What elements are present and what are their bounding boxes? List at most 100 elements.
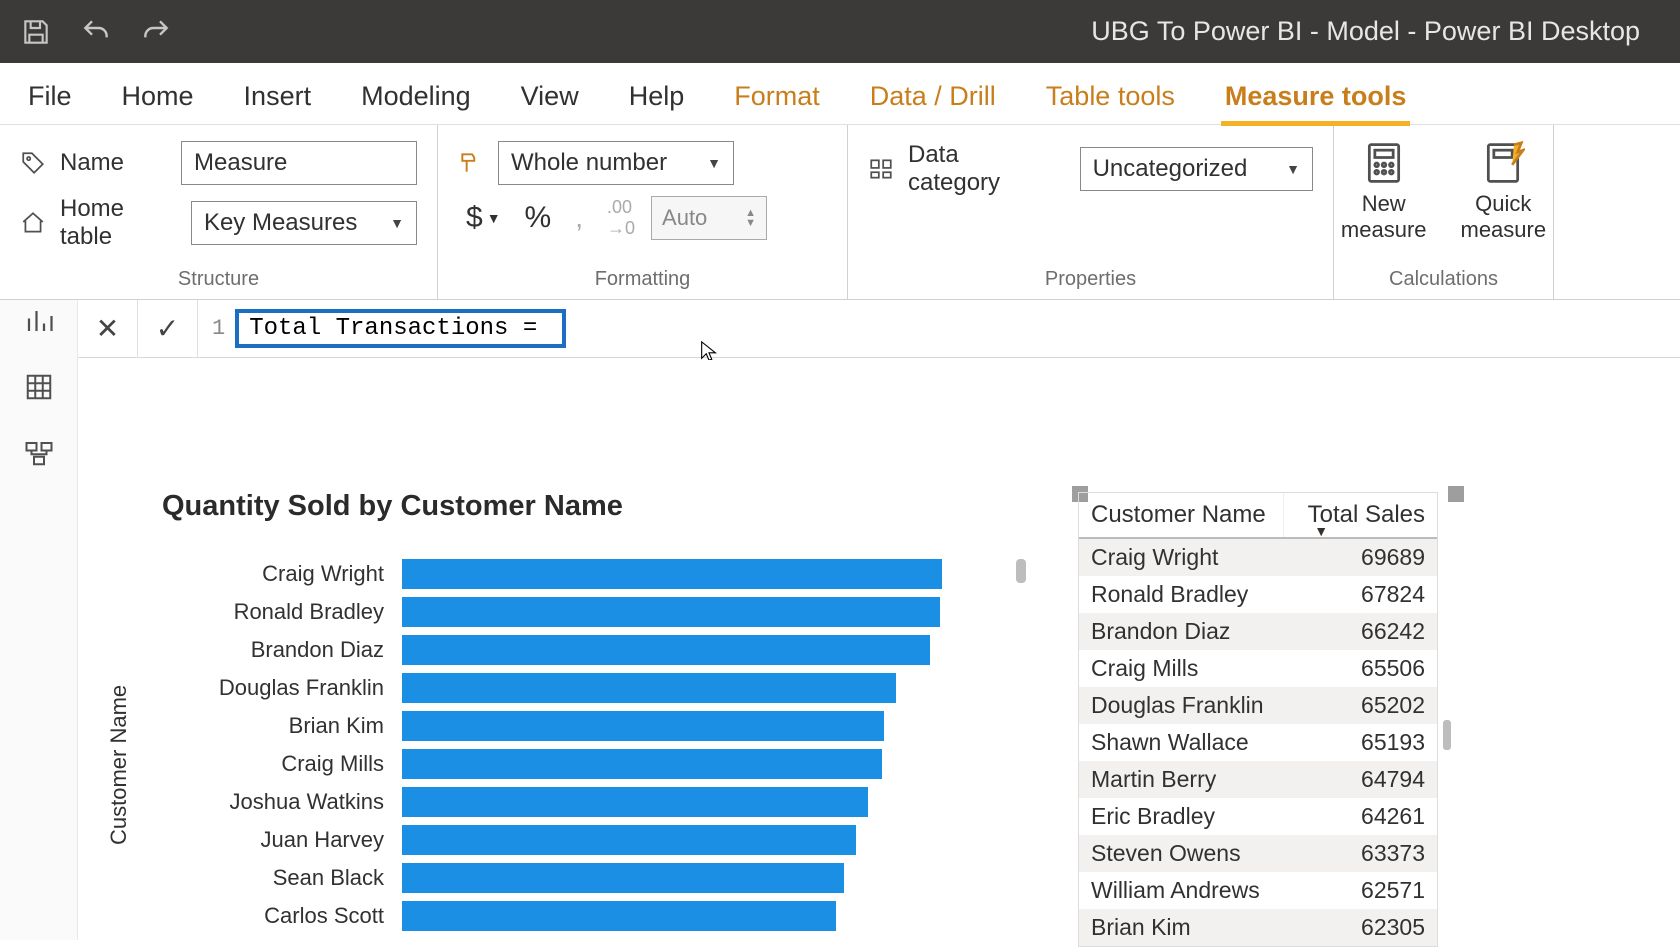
chevron-down-icon: ▼	[1286, 161, 1300, 177]
formula-bar: ✕ ✓ 1 Total Transactions =	[0, 300, 1680, 358]
chart-plot-area: Customer Name Craig WrightRonald Bradley…	[162, 555, 1002, 935]
table-row[interactable]: Ronald Bradley67824	[1079, 576, 1437, 613]
bar-track	[402, 901, 1002, 931]
tab-data-drill[interactable]: Data / Drill	[866, 69, 1000, 124]
cell-sales: 65506	[1284, 650, 1437, 687]
redo-icon[interactable]	[140, 16, 172, 48]
tab-view[interactable]: View	[517, 69, 583, 124]
group-label-properties: Properties	[868, 268, 1313, 295]
tab-home[interactable]: Home	[118, 69, 198, 124]
table-row[interactable]: William Andrews62571	[1079, 872, 1437, 909]
data-view-icon[interactable]	[24, 372, 54, 402]
formula-code[interactable]: Total Transactions =	[235, 309, 565, 348]
cell-customer: Eric Bradley	[1079, 798, 1284, 835]
home-table-value: Key Measures	[204, 209, 357, 237]
cell-customer: Shawn Wallace	[1079, 724, 1284, 761]
cell-customer: Martin Berry	[1079, 761, 1284, 798]
window-title: UBG To Power BI - Model - Power BI Deskt…	[1091, 16, 1660, 47]
bar-row[interactable]: Ronald Bradley	[162, 593, 1002, 631]
table-row[interactable]: Martin Berry64794	[1079, 761, 1437, 798]
report-view-icon[interactable]	[24, 306, 54, 336]
group-calculations: New measure Quick measure Calculations	[1334, 125, 1554, 299]
bar-track	[402, 635, 1002, 665]
column-header-customer[interactable]: Customer Name	[1079, 493, 1284, 537]
formula-commit-button[interactable]: ✓	[138, 300, 198, 358]
bar-label: Ronald Bradley	[162, 599, 402, 625]
tab-measure-tools[interactable]: Measure tools	[1221, 69, 1411, 124]
undo-icon[interactable]	[80, 16, 112, 48]
decimal-button[interactable]: .00→0	[599, 195, 643, 241]
table-row[interactable]: Eric Bradley64261	[1079, 798, 1437, 835]
new-measure-button[interactable]: New measure	[1333, 141, 1435, 268]
cell-customer: Douglas Franklin	[1079, 687, 1284, 724]
quick-measure-button[interactable]: Quick measure	[1453, 141, 1555, 268]
home-table-label: Home table	[60, 195, 177, 251]
bar-label: Craig Wright	[162, 561, 402, 587]
chevron-down-icon: ▼	[707, 155, 721, 171]
formula-editor[interactable]: 1 Total Transactions =	[198, 309, 1680, 348]
bar-row[interactable]: Brandon Diaz	[162, 631, 1002, 669]
cell-customer: Ronald Bradley	[1079, 576, 1284, 613]
percent-button[interactable]: %	[517, 199, 560, 237]
name-input[interactable]: Measure	[181, 141, 417, 185]
bar-row[interactable]: Sean Black	[162, 859, 1002, 897]
formula-line-number: 1	[212, 316, 225, 341]
bar-row[interactable]: Juan Harvey	[162, 821, 1002, 859]
bar-chart-visual[interactable]: Quantity Sold by Customer Name Customer …	[162, 490, 1002, 935]
table-header: Customer Name Total Sales ▼	[1079, 493, 1437, 539]
title-bar: UBG To Power BI - Model - Power BI Deskt…	[0, 0, 1680, 63]
format-brush-icon	[458, 150, 484, 176]
cell-sales: 65202	[1284, 687, 1437, 724]
bar-row[interactable]: Douglas Franklin	[162, 669, 1002, 707]
cell-sales: 69689	[1284, 539, 1437, 576]
table-visual[interactable]: Customer Name Total Sales ▼ Craig Wright…	[1078, 492, 1438, 947]
save-icon[interactable]	[20, 16, 52, 48]
table-row[interactable]: Craig Wright69689	[1079, 539, 1437, 576]
cell-customer: Craig Wright	[1079, 539, 1284, 576]
data-category-select[interactable]: Uncategorized ▼	[1080, 147, 1313, 191]
name-value: Measure	[194, 149, 287, 177]
bar-track	[402, 559, 1002, 589]
bar-row[interactable]: Carlos Scott	[162, 897, 1002, 935]
table-row[interactable]: Douglas Franklin65202	[1079, 687, 1437, 724]
bar	[402, 597, 940, 627]
bar-row[interactable]: Brian Kim	[162, 707, 1002, 745]
currency-button[interactable]: $▼	[458, 199, 509, 237]
format-select[interactable]: Whole number ▼	[498, 141, 734, 185]
chart-scrollbar[interactable]	[1016, 559, 1026, 583]
format-value: Whole number	[511, 149, 667, 177]
bar-label: Joshua Watkins	[162, 789, 402, 815]
home-icon	[20, 210, 46, 236]
bar-track	[402, 787, 1002, 817]
formula-cancel-button[interactable]: ✕	[78, 300, 138, 358]
tab-modeling[interactable]: Modeling	[357, 69, 475, 124]
model-view-icon[interactable]	[24, 438, 54, 468]
report-canvas[interactable]: Quantity Sold by Customer Name Customer …	[78, 360, 1680, 945]
home-table-select[interactable]: Key Measures ▼	[191, 201, 417, 245]
tab-table-tools[interactable]: Table tools	[1042, 69, 1179, 124]
tab-help[interactable]: Help	[625, 69, 689, 124]
table-row[interactable]: Steven Owens63373	[1079, 835, 1437, 872]
cell-sales: 62305	[1284, 909, 1437, 946]
bar-row[interactable]: Joshua Watkins	[162, 783, 1002, 821]
table-row[interactable]: Shawn Wallace65193	[1079, 724, 1437, 761]
bar-row[interactable]: Craig Wright	[162, 555, 1002, 593]
group-structure: Name Measure Home table Key Measures ▼ S…	[0, 125, 438, 299]
table-row[interactable]: Brandon Diaz66242	[1079, 613, 1437, 650]
table-row[interactable]: Craig Mills65506	[1079, 650, 1437, 687]
cell-sales: 62571	[1284, 872, 1437, 909]
ribbon: Name Measure Home table Key Measures ▼ S…	[0, 125, 1680, 300]
table-row[interactable]: Brian Kim62305	[1079, 909, 1437, 946]
tab-insert[interactable]: Insert	[240, 69, 316, 124]
decimal-places-spinner[interactable]: Auto ▲▼	[651, 196, 767, 240]
selection-handle[interactable]	[1448, 486, 1464, 502]
bar-label: Sean Black	[162, 865, 402, 891]
thousands-separator-button[interactable]: ,	[567, 200, 591, 236]
column-header-total-sales[interactable]: Total Sales ▼	[1284, 493, 1437, 537]
chevron-down-icon: ▼	[390, 215, 404, 231]
chart-title: Quantity Sold by Customer Name	[162, 490, 1002, 523]
tab-format[interactable]: Format	[730, 69, 824, 124]
bar-row[interactable]: Craig Mills	[162, 745, 1002, 783]
tab-file[interactable]: File	[24, 69, 76, 124]
table-scrollbar[interactable]	[1443, 720, 1451, 750]
